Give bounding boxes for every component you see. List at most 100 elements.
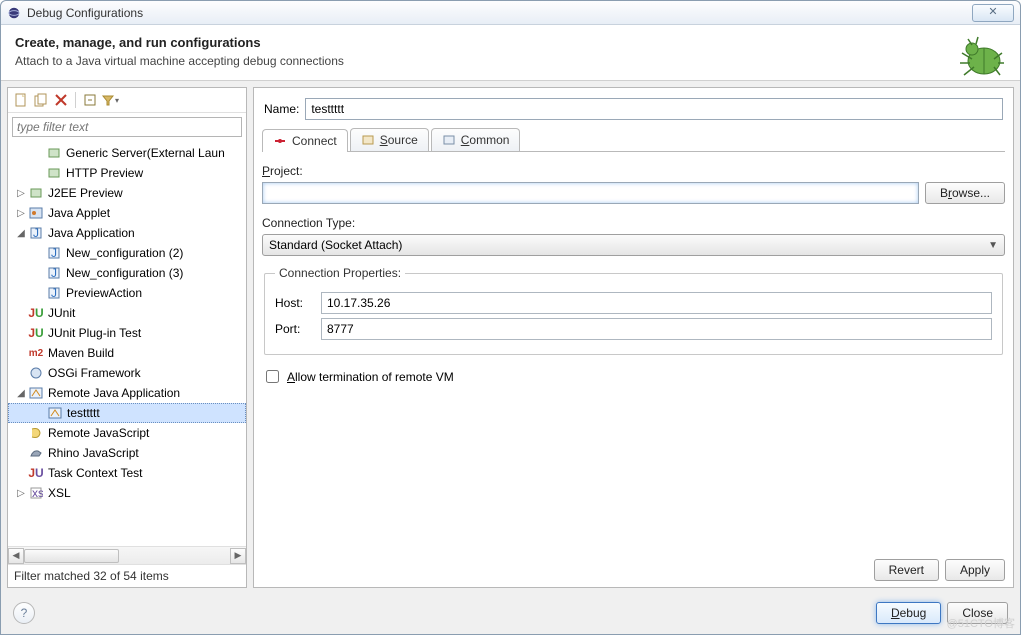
tree-item[interactable]: JPreviewAction — [8, 283, 246, 303]
filter-status: Filter matched 32 of 54 items — [8, 564, 246, 587]
horizontal-scrollbar[interactable]: ◀ ▶ — [8, 546, 246, 564]
task-icon: JU — [28, 465, 44, 481]
tree-item[interactable]: JU Task Context Test — [8, 463, 246, 483]
tree-item-label: Java Application — [48, 226, 135, 240]
close-window-button[interactable]: ✕ — [972, 4, 1014, 22]
delete-config-button[interactable] — [52, 91, 70, 109]
tree-item-label: Maven Build — [48, 346, 114, 360]
tree-item[interactable]: HTTP Preview — [8, 163, 246, 183]
source-icon — [361, 133, 375, 147]
server-icon — [46, 165, 62, 181]
svg-text:J: J — [51, 266, 57, 280]
scrollbar-thumb[interactable] — [24, 549, 119, 563]
host-input[interactable] — [321, 292, 992, 314]
tree-item-label: Rhino JavaScript — [48, 446, 139, 460]
debug-button[interactable]: Debug — [876, 602, 941, 624]
tab-connect[interactable]: Connect — [262, 129, 348, 152]
collapse-all-button[interactable] — [81, 91, 99, 109]
tree-item[interactable]: ▷xsl XSL — [8, 483, 246, 503]
filter-menu-button[interactable]: ▾ — [101, 91, 119, 109]
tree-item[interactable]: Remote JavaScript — [8, 423, 246, 443]
project-label: Project: — [262, 164, 1005, 178]
connection-type-label: Connection Type: — [262, 216, 1005, 230]
revert-button[interactable]: Revert — [874, 559, 939, 581]
tree-item-label: JUnit Plug-in Test — [48, 326, 141, 340]
tree-item[interactable]: ◢ J Java Application — [8, 223, 246, 243]
tree-item-label: OSGi Framework — [48, 366, 141, 380]
header-title: Create, manage, and run configurations — [15, 35, 1006, 50]
tree-item[interactable]: ◢Remote Java Application — [8, 383, 246, 403]
tree-item[interactable]: ▷ J2EE Preview — [8, 183, 246, 203]
connection-type-select[interactable]: Standard (Socket Attach) ▼ — [262, 234, 1005, 256]
xsl-icon: xsl — [28, 485, 44, 501]
connection-type-value: Standard (Socket Attach) — [269, 238, 402, 252]
tree-twisty[interactable]: ▷ — [14, 488, 28, 499]
junit-icon: JU — [28, 305, 44, 321]
connect-icon — [273, 134, 287, 148]
filter-field — [12, 117, 242, 137]
tree-item[interactable]: Rhino JavaScript — [8, 443, 246, 463]
allow-terminate-checkbox[interactable] — [266, 370, 279, 383]
tab-label: Source — [380, 133, 418, 147]
tree-item-label: Remote JavaScript — [48, 426, 149, 440]
tree-item[interactable]: m2 Maven Build — [8, 343, 246, 363]
tree-toolbar: ▾ — [8, 88, 246, 113]
name-input[interactable] — [305, 98, 1003, 120]
java-app-icon: J — [28, 225, 44, 241]
tree-item-label: New_configuration (2) — [66, 246, 183, 260]
config-tabs: Connect Source Common — [262, 128, 1005, 152]
tree-item[interactable]: JU JUnit — [8, 303, 246, 323]
tree-twisty[interactable]: ◢ — [14, 228, 28, 239]
config-tree-pane: ▾ Generic Server(External Laun HTTP Previ… — [7, 87, 247, 588]
project-input[interactable] — [262, 182, 919, 204]
eclipse-icon — [7, 6, 21, 20]
apply-button[interactable]: Apply — [945, 559, 1005, 581]
junit-plugin-icon: JU — [28, 325, 44, 341]
java-app-icon: J — [46, 285, 62, 301]
tree-twisty[interactable]: ▷ — [14, 208, 28, 219]
duplicate-config-button[interactable] — [32, 91, 50, 109]
tree-item[interactable]: JNew_configuration (2) — [8, 243, 246, 263]
tab-common[interactable]: Common — [431, 128, 521, 151]
svg-text:J: J — [33, 226, 39, 240]
browse-button[interactable]: Browse... — [925, 182, 1005, 204]
server-icon — [46, 145, 62, 161]
tree-item-label: JUnit — [48, 306, 75, 320]
tab-source[interactable]: Source — [350, 128, 429, 151]
allow-terminate-label: Allow termination of remote VM — [287, 370, 454, 384]
tree-item[interactable]: J New_configuration (3) — [8, 263, 246, 283]
tree-twisty[interactable]: ▷ — [14, 188, 28, 199]
remote-java-icon — [28, 385, 44, 401]
js-icon — [28, 425, 44, 441]
tree-twisty[interactable]: ◢ — [14, 388, 28, 399]
tree-item-label: XSL — [48, 486, 71, 500]
port-input[interactable] — [321, 318, 992, 340]
scroll-right-arrow[interactable]: ▶ — [230, 548, 246, 564]
applet-icon — [28, 205, 44, 221]
config-form-pane: Name: Connect Source Common Project: Brows… — [253, 87, 1014, 588]
name-label: Name: — [264, 102, 299, 116]
help-button[interactable]: ? — [13, 602, 35, 624]
tree-item-label: Task Context Test — [48, 466, 143, 480]
tree-item-label: HTTP Preview — [66, 166, 143, 180]
tree-item[interactable]: Generic Server(External Laun — [8, 143, 246, 163]
remote-java-icon — [47, 405, 63, 421]
osgi-icon — [28, 365, 44, 381]
tree-item[interactable]: ▷ Java Applet — [8, 203, 246, 223]
tree-item-label: testtttt — [67, 406, 100, 420]
dialog-bottom-bar: ? Debug Close — [1, 594, 1020, 634]
connection-properties-group: Connection Properties: Host: Port: — [264, 266, 1003, 355]
config-tree[interactable]: Generic Server(External Laun HTTP Preview… — [8, 141, 246, 546]
tree-item-label: New_configuration (3) — [66, 266, 183, 280]
tree-item-label: Java Applet — [48, 206, 110, 220]
tree-item[interactable]: JU JUnit Plug-in Test — [8, 323, 246, 343]
filter-input[interactable] — [12, 117, 242, 137]
tree-item[interactable]: OSGi Framework — [8, 363, 246, 383]
tree-item[interactable]: testtttt — [8, 403, 246, 423]
debug-bug-icon — [954, 33, 1010, 84]
svg-text:J: J — [51, 286, 57, 300]
maven-icon: m2 — [28, 345, 44, 361]
tree-item-label: J2EE Preview — [48, 186, 123, 200]
new-config-button[interactable] — [12, 91, 30, 109]
scroll-left-arrow[interactable]: ◀ — [8, 548, 24, 564]
